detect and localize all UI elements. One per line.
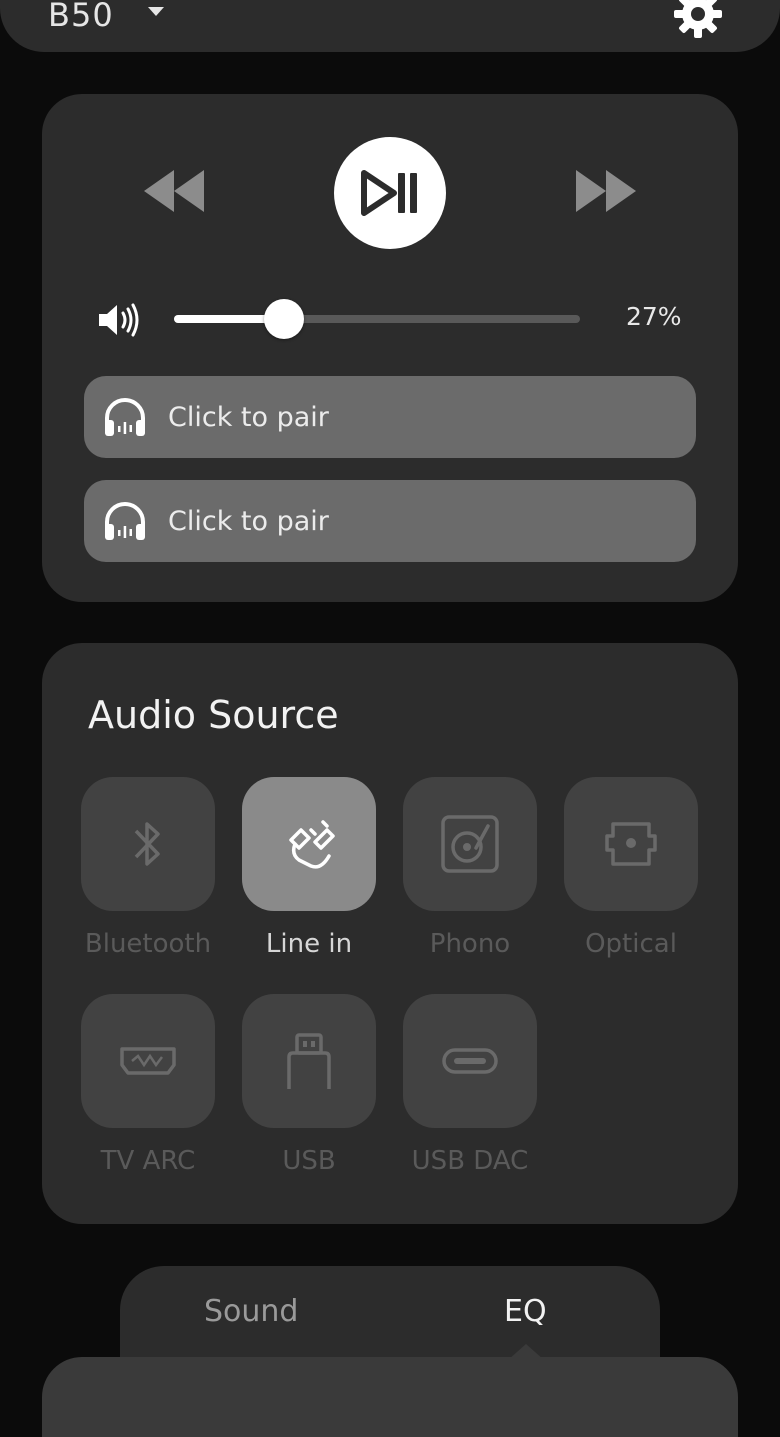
- player-card: 27% Click to pair Click to pair: [42, 94, 738, 602]
- source-label-phono: Phono: [429, 929, 511, 959]
- gear-icon[interactable]: [672, 0, 724, 44]
- fast-forward-button[interactable]: [574, 168, 638, 218]
- section-title: Audio Source: [88, 693, 339, 737]
- chevron-down-icon[interactable]: [146, 4, 166, 23]
- top-bar: B50: [0, 0, 780, 52]
- source-tv-arc-button[interactable]: [81, 994, 215, 1128]
- rewind-button[interactable]: [142, 168, 206, 218]
- audio-source-card: Audio Source Bluetooth Line in Phono Opt…: [42, 643, 738, 1224]
- pair-headphones-button-1[interactable]: Click to pair: [84, 376, 696, 458]
- source-label-usb-dac: USB DAC: [411, 1146, 529, 1176]
- rewind-icon: [144, 170, 204, 212]
- source-bluetooth-button[interactable]: [81, 777, 215, 911]
- pair-label: Click to pair: [168, 505, 329, 537]
- pair-label: Click to pair: [168, 401, 329, 433]
- hdmi-port-icon: [120, 1047, 176, 1075]
- play-pause-button[interactable]: [334, 137, 446, 249]
- device-name[interactable]: B50: [48, 0, 114, 34]
- play-pause-icon: [361, 170, 417, 216]
- source-phono-button[interactable]: [403, 777, 537, 911]
- headphones-icon: [105, 398, 145, 436]
- volume-slider[interactable]: [174, 299, 580, 339]
- line-in-cable-icon: [289, 820, 335, 869]
- headphones-icon: [105, 502, 145, 540]
- turntable-icon: [441, 815, 499, 873]
- source-label-line-in: Line in: [265, 929, 353, 959]
- optical-port-icon: [605, 822, 657, 866]
- fast-forward-icon: [576, 170, 636, 212]
- source-usb-button[interactable]: [242, 994, 376, 1128]
- source-label-tv-arc: TV ARC: [100, 1146, 196, 1176]
- source-label-optical: Optical: [585, 929, 677, 959]
- source-line-in-button[interactable]: [242, 777, 376, 911]
- tab-sound[interactable]: Sound: [204, 1294, 298, 1329]
- volume-percent: 27%: [626, 302, 682, 331]
- source-label-usb: USB: [282, 1146, 336, 1176]
- tab-eq[interactable]: EQ: [504, 1294, 547, 1329]
- volume-slider-thumb[interactable]: [263, 299, 304, 339]
- source-optical-button[interactable]: [564, 777, 698, 911]
- pair-headphones-button-2[interactable]: Click to pair: [84, 480, 696, 562]
- usb-icon: [287, 1033, 331, 1089]
- bluetooth-icon: [134, 822, 160, 866]
- source-label-bluetooth: Bluetooth: [84, 929, 212, 959]
- usb-c-icon: [442, 1048, 498, 1074]
- speaker-volume-icon[interactable]: [97, 302, 141, 342]
- tab-content-panel: [42, 1357, 738, 1437]
- source-usb-dac-button[interactable]: [403, 994, 537, 1128]
